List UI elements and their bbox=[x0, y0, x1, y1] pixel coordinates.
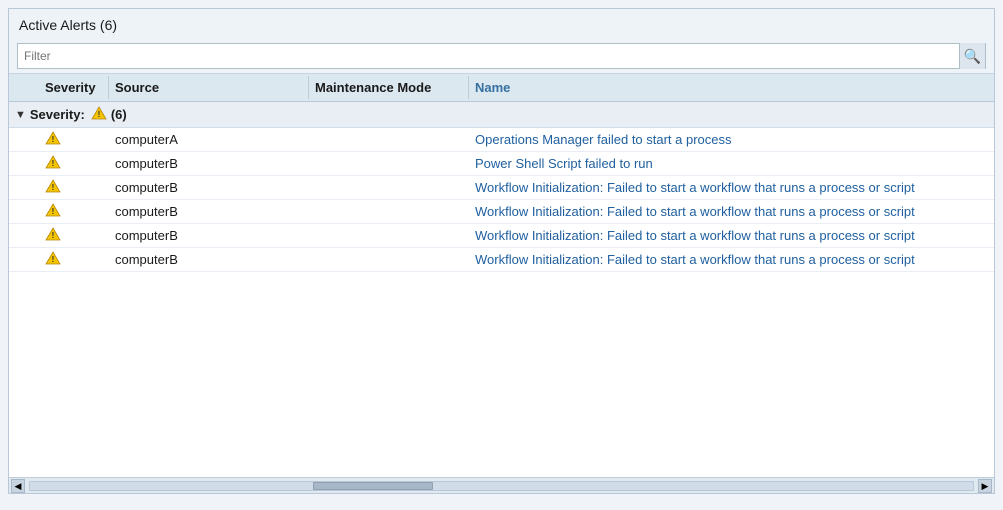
cell-severity: ! bbox=[9, 248, 109, 271]
scrollbar-right-arrow[interactable]: ▶ bbox=[978, 479, 992, 493]
filter-input[interactable] bbox=[18, 47, 959, 65]
svg-text:!: ! bbox=[97, 110, 100, 119]
cell-maintenance bbox=[309, 161, 469, 167]
cell-maintenance bbox=[309, 233, 469, 239]
data-rows-container: ! computerA Operations Manager failed to … bbox=[9, 128, 994, 272]
scrollbar-track[interactable] bbox=[29, 481, 974, 491]
warning-icon: ! bbox=[45, 155, 61, 172]
col-header-source[interactable]: Source bbox=[109, 76, 309, 99]
svg-text:!: ! bbox=[52, 135, 55, 144]
cell-maintenance bbox=[309, 185, 469, 191]
cell-source: computerB bbox=[109, 177, 309, 198]
search-bar-inner: 🔍 bbox=[17, 43, 986, 69]
panel-title: Active Alerts (6) bbox=[9, 9, 994, 39]
col-header-name[interactable]: Name bbox=[469, 76, 994, 99]
horizontal-scrollbar[interactable]: ◀ ▶ bbox=[9, 477, 994, 493]
warning-icon: ! bbox=[45, 179, 61, 196]
cell-maintenance bbox=[309, 257, 469, 263]
cell-name[interactable]: Workflow Initialization: Failed to start… bbox=[469, 201, 994, 222]
warning-icon: ! bbox=[45, 131, 61, 148]
cell-name[interactable]: Workflow Initialization: Failed to start… bbox=[469, 249, 994, 270]
table-row[interactable]: ! computerB Workflow Initialization: Fail… bbox=[9, 248, 994, 272]
cell-source: computerB bbox=[109, 153, 309, 174]
cell-source: computerB bbox=[109, 249, 309, 270]
table-row[interactable]: ! computerB Workflow Initialization: Fail… bbox=[9, 224, 994, 248]
scrollbar-thumb[interactable] bbox=[313, 482, 433, 490]
svg-text:!: ! bbox=[52, 183, 55, 192]
group-expand-arrow[interactable]: ▼ bbox=[15, 109, 26, 121]
cell-source: computerA bbox=[109, 129, 309, 150]
group-label: Severity: bbox=[30, 107, 85, 122]
cell-severity: ! bbox=[9, 176, 109, 199]
scrollbar-left-arrow[interactable]: ◀ bbox=[11, 479, 25, 493]
group-row[interactable]: ▼ Severity: ! (6) bbox=[9, 102, 994, 128]
cell-source: computerB bbox=[109, 225, 309, 246]
table-row[interactable]: ! computerB Power Shell Script failed to … bbox=[9, 152, 994, 176]
svg-text:!: ! bbox=[52, 207, 55, 216]
svg-text:!: ! bbox=[52, 231, 55, 240]
cell-severity: ! bbox=[9, 200, 109, 223]
group-warning-icon: ! bbox=[91, 106, 107, 123]
cell-name[interactable]: Workflow Initialization: Failed to start… bbox=[469, 177, 994, 198]
table-header: Severity Source Maintenance Mode Name bbox=[9, 74, 994, 102]
table-row[interactable]: ! computerB Workflow Initialization: Fail… bbox=[9, 176, 994, 200]
warning-icon: ! bbox=[45, 251, 61, 268]
cell-severity: ! bbox=[9, 128, 109, 151]
cell-severity: ! bbox=[9, 152, 109, 175]
group-count: (6) bbox=[111, 107, 127, 122]
alerts-table: Severity Source Maintenance Mode Name ▼ … bbox=[9, 73, 994, 493]
col-header-severity[interactable]: Severity bbox=[9, 76, 109, 99]
svg-text:!: ! bbox=[52, 255, 55, 264]
table-row[interactable]: ! computerB Workflow Initialization: Fail… bbox=[9, 200, 994, 224]
cell-severity: ! bbox=[9, 224, 109, 247]
warning-icon: ! bbox=[45, 227, 61, 244]
col-header-maintenance[interactable]: Maintenance Mode bbox=[309, 76, 469, 99]
table-row[interactable]: ! computerA Operations Manager failed to … bbox=[9, 128, 994, 152]
cell-name[interactable]: Workflow Initialization: Failed to start… bbox=[469, 225, 994, 246]
table-body: ▼ Severity: ! (6) ! computerA Operations … bbox=[9, 102, 994, 477]
cell-name[interactable]: Power Shell Script failed to run bbox=[469, 153, 994, 174]
cell-maintenance bbox=[309, 137, 469, 143]
cell-name[interactable]: Operations Manager failed to start a pro… bbox=[469, 129, 994, 150]
svg-text:!: ! bbox=[52, 159, 55, 168]
search-icon[interactable]: 🔍 bbox=[959, 43, 985, 69]
cell-maintenance bbox=[309, 209, 469, 215]
cell-source: computerB bbox=[109, 201, 309, 222]
warning-icon: ! bbox=[45, 203, 61, 220]
search-bar-container: 🔍 bbox=[9, 39, 994, 73]
active-alerts-panel: Active Alerts (6) 🔍 Severity Source Main… bbox=[8, 8, 995, 494]
